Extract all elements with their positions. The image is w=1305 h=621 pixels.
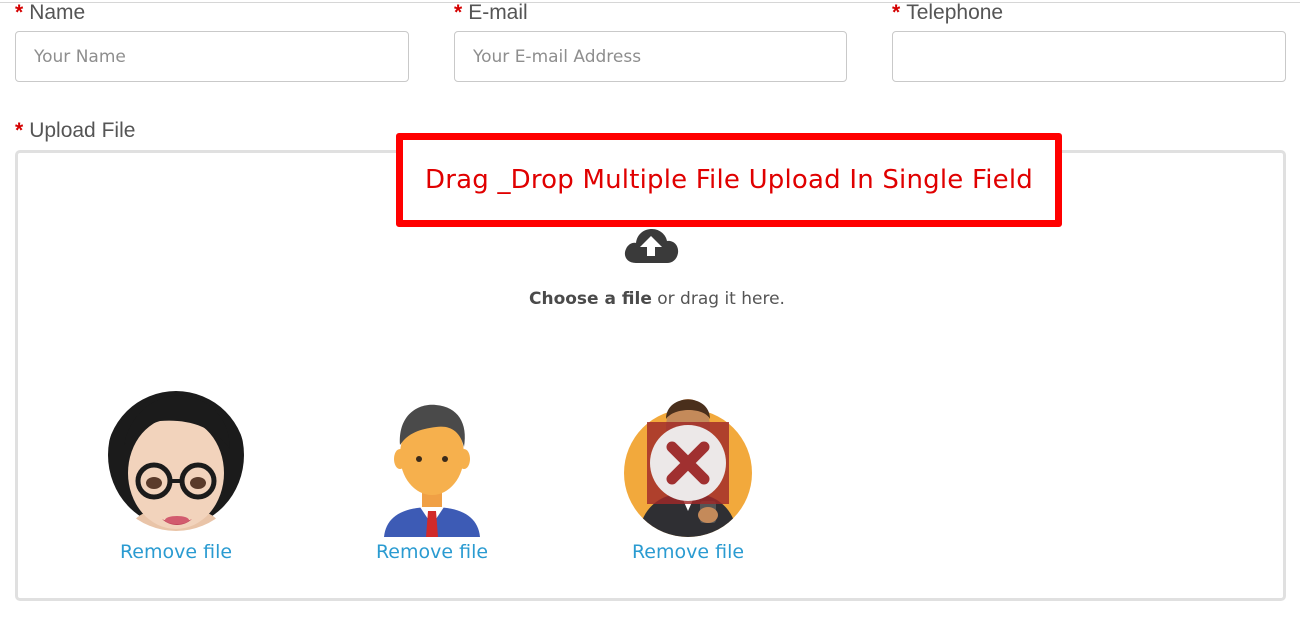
choose-file-prompt: Choose a file or drag it here. [529,289,785,309]
email-label-text: E-mail [468,1,528,24]
upload-label-text: Upload File [29,119,136,142]
top-divider [0,2,1300,3]
remove-file-link[interactable]: Remove file [608,541,768,563]
woman-avatar [106,391,246,531]
email-label: * E-mail [454,1,528,25]
man-avatar [384,404,480,537]
choose-file-link[interactable]: Choose a file [529,289,652,309]
file-preview: Remove file [608,385,768,585]
remove-file-link[interactable]: Remove file [352,541,512,563]
drag-hint: or drag it here. [651,289,785,309]
email-input[interactable] [454,31,847,82]
required-mark: * [15,1,24,24]
upload-label: * Upload File [15,119,135,143]
name-label: * Name [15,1,85,25]
annotation-banner: Drag _Drop Multiple File Upload In Singl… [396,133,1062,227]
error-x-icon [647,422,729,504]
required-mark: * [892,1,901,24]
telephone-label-text: Telephone [906,1,1004,24]
telephone-label: * Telephone [892,1,1003,25]
cloud-upload-icon[interactable] [622,225,680,265]
file-preview: Remove file [96,385,256,585]
file-preview: Remove file [352,385,512,585]
required-mark: * [454,1,463,24]
telephone-input[interactable] [892,31,1286,82]
required-mark: * [15,119,24,142]
annotation-banner-text: Drag _Drop Multiple File Upload In Singl… [425,165,1033,195]
name-input[interactable] [15,31,409,82]
remove-file-link[interactable]: Remove file [96,541,256,563]
name-label-text: Name [29,1,86,24]
